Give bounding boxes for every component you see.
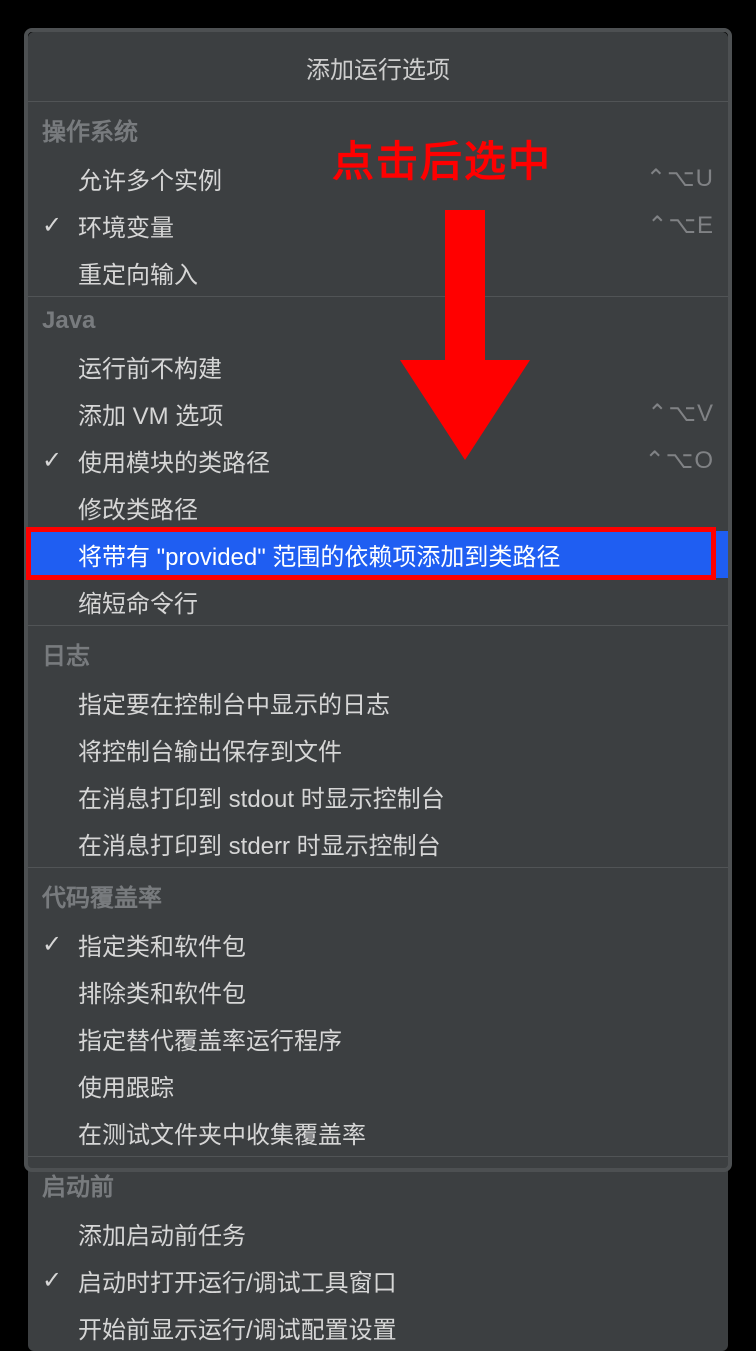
menu-item-label: 将带有 "provided" 范围的依赖项添加到类路径 bbox=[78, 537, 714, 572]
menu-item-label: 指定类和软件包 bbox=[78, 927, 714, 962]
menu-item-shortcut: ⌃⌥U bbox=[646, 164, 714, 193]
annotation-arrow-icon bbox=[400, 210, 530, 460]
menu-item[interactable]: ✓启动时打开运行/调试工具窗口 bbox=[28, 1257, 728, 1304]
menu-item[interactable]: 修改类路径 bbox=[28, 484, 728, 531]
run-options-panel: 添加运行选项 操作系统允许多个实例⌃⌥U✓环境变量⌃⌥E重定向输入Java运行前… bbox=[28, 32, 728, 1351]
check-icon: ✓ bbox=[42, 446, 78, 475]
menu-item[interactable]: ✓使用模块的类路径⌃⌥O bbox=[28, 437, 728, 484]
menu-item-label: 修改类路径 bbox=[78, 490, 714, 525]
menu-item-shortcut: ⌃⌥E bbox=[647, 211, 714, 240]
menu-item[interactable]: 重定向输入 bbox=[28, 249, 728, 296]
check-icon: ✓ bbox=[42, 1266, 78, 1295]
check-icon: ✓ bbox=[42, 930, 78, 959]
menu-item-label: 环境变量 bbox=[78, 208, 647, 243]
menu-item[interactable]: 在消息打印到 stderr 时显示控制台 bbox=[28, 820, 728, 867]
menu-item[interactable]: 缩短命令行 bbox=[28, 578, 728, 625]
menu-item[interactable]: 使用跟踪 bbox=[28, 1062, 728, 1109]
menu-item[interactable]: ✓环境变量⌃⌥E bbox=[28, 202, 728, 249]
check-icon: ✓ bbox=[42, 211, 78, 240]
menu-item[interactable]: 指定要在控制台中显示的日志 bbox=[28, 679, 728, 726]
menu-item[interactable]: 添加 VM 选项⌃⌥V bbox=[28, 390, 728, 437]
menu-item[interactable]: 将控制台输出保存到文件 bbox=[28, 726, 728, 773]
menu-item-label: 添加 VM 选项 bbox=[78, 396, 647, 431]
menu-item[interactable]: 开始前显示运行/调试配置设置 bbox=[28, 1304, 728, 1351]
menu-item-label: 在消息打印到 stderr 时显示控制台 bbox=[78, 826, 714, 861]
section-header-before-launch: 启动前 bbox=[28, 1156, 728, 1210]
menu-item[interactable]: 排除类和软件包 bbox=[28, 968, 728, 1015]
menu-item-label: 开始前显示运行/调试配置设置 bbox=[78, 1310, 714, 1345]
menu-item-label: 重定向输入 bbox=[78, 255, 714, 290]
menu-item-label: 在消息打印到 stdout 时显示控制台 bbox=[78, 779, 714, 814]
menu-item-shortcut: ⌃⌥O bbox=[645, 446, 714, 475]
section-header-logs: 日志 bbox=[28, 625, 728, 679]
menu-item-label: 排除类和软件包 bbox=[78, 974, 714, 1009]
menu-item-label: 添加启动前任务 bbox=[78, 1216, 714, 1251]
menu-item-label: 使用跟踪 bbox=[78, 1068, 714, 1103]
menu-item[interactable]: 将带有 "provided" 范围的依赖项添加到类路径 bbox=[28, 531, 728, 578]
menu-item[interactable]: 在测试文件夹中收集覆盖率 bbox=[28, 1109, 728, 1156]
menu-item-label: 将控制台输出保存到文件 bbox=[78, 732, 714, 767]
menu-item[interactable]: 在消息打印到 stdout 时显示控制台 bbox=[28, 773, 728, 820]
menu-item-label: 在测试文件夹中收集覆盖率 bbox=[78, 1115, 714, 1150]
section-header-coverage: 代码覆盖率 bbox=[28, 867, 728, 921]
menu-item[interactable]: 添加启动前任务 bbox=[28, 1210, 728, 1257]
annotation-text: 点击后选中 bbox=[332, 128, 552, 189]
section-header-java: Java bbox=[28, 296, 728, 343]
menu-item[interactable]: 运行前不构建 bbox=[28, 343, 728, 390]
menu-item[interactable]: ✓指定类和软件包 bbox=[28, 921, 728, 968]
sections-container: 操作系统允许多个实例⌃⌥U✓环境变量⌃⌥E重定向输入Java运行前不构建添加 V… bbox=[28, 101, 728, 1351]
menu-item-label: 使用模块的类路径 bbox=[78, 443, 645, 478]
menu-item-label: 指定要在控制台中显示的日志 bbox=[78, 685, 714, 720]
panel-title: 添加运行选项 bbox=[28, 32, 728, 101]
menu-item-label: 指定替代覆盖率运行程序 bbox=[78, 1021, 714, 1056]
menu-item[interactable]: 指定替代覆盖率运行程序 bbox=[28, 1015, 728, 1062]
menu-item-label: 缩短命令行 bbox=[78, 584, 714, 619]
menu-item-label: 运行前不构建 bbox=[78, 349, 714, 384]
menu-item-label: 启动时打开运行/调试工具窗口 bbox=[78, 1263, 714, 1298]
menu-item-shortcut: ⌃⌥V bbox=[647, 399, 714, 428]
